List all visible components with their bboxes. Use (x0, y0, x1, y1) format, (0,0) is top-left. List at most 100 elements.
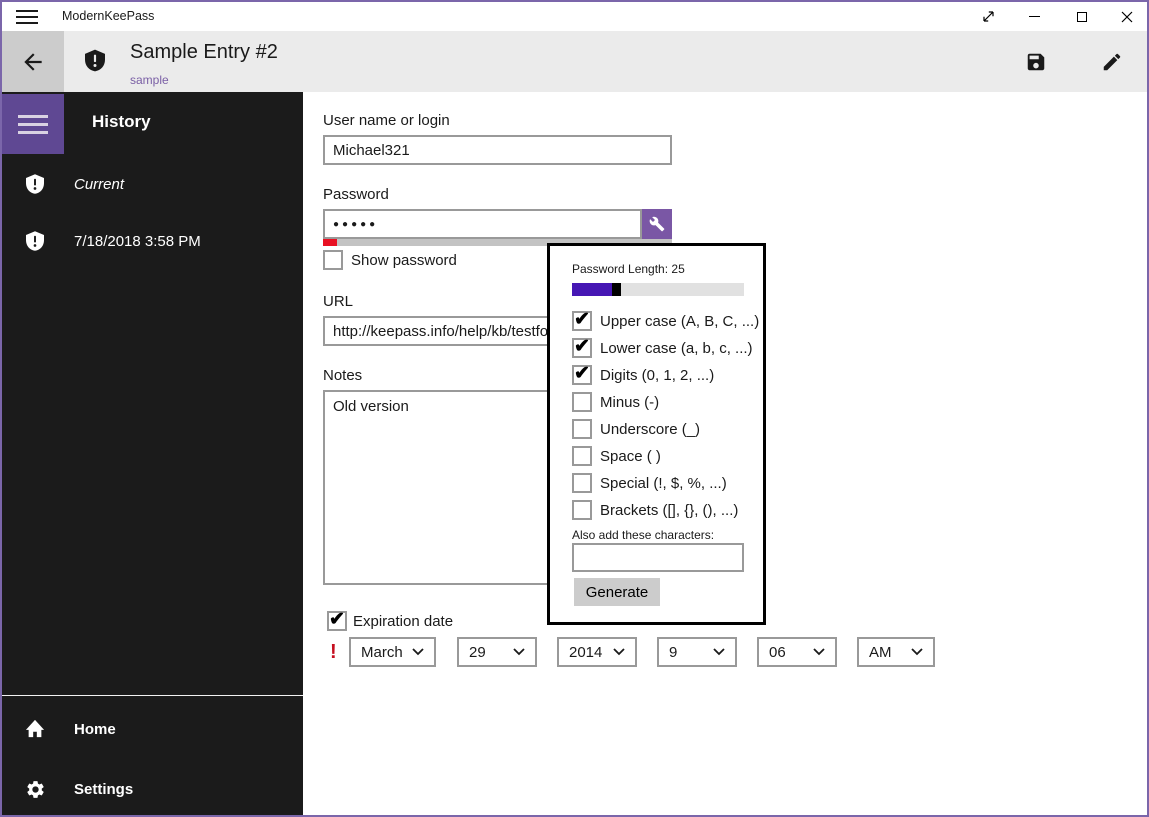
chevron-down-icon (713, 648, 725, 656)
sidebar-item-home[interactable]: Home (2, 709, 303, 749)
select-value: AM (869, 643, 892, 661)
fullscreen-icon (983, 11, 994, 22)
generate-button[interactable]: Generate (574, 578, 660, 606)
underscore-checkbox[interactable] (572, 419, 592, 439)
show-password-label: Show password (351, 251, 457, 269)
shield-exclamation-icon (24, 174, 46, 194)
save-button[interactable] (1024, 50, 1048, 74)
password-input[interactable]: ●●●●● (323, 209, 642, 239)
also-add-input[interactable] (572, 543, 744, 572)
back-button[interactable] (2, 31, 64, 92)
expiration-label: Expiration date (353, 612, 454, 630)
password-length-label: Password Length: 25 (572, 262, 685, 276)
menu-icon[interactable] (16, 10, 38, 24)
show-password-checkbox[interactable] (323, 250, 343, 270)
slider-fill (572, 283, 612, 296)
generator-option[interactable]: ✔ Upper case (A, B, C, ...) (572, 310, 760, 331)
password-generator-popup: Password Length: 25 ✔ Upper case (A, B, … (547, 243, 766, 625)
generate-password-button[interactable] (642, 209, 672, 239)
history-sidebar: History Current 7/18/2018 3:58 PM Home S… (2, 92, 303, 815)
house-icon (24, 719, 46, 739)
password-strength-fill (323, 239, 337, 246)
app-window: ModernKeePass Sample Entry #2 sample His… (0, 0, 1149, 817)
history-item-label: Current (74, 175, 125, 193)
generator-option-label: Minus (-) (600, 393, 660, 411)
generator-option[interactable]: Minus (-) (572, 392, 659, 412)
check-icon: ✔ (574, 362, 590, 384)
maximize-button[interactable] (1059, 2, 1104, 31)
history-item-current[interactable]: Current (2, 164, 303, 204)
ampm-select[interactable]: AM (857, 637, 935, 667)
generator-option-label: Lower case (a, b, c, ...) (600, 339, 753, 357)
brackets-checkbox[interactable] (572, 500, 592, 520)
minus-checkbox[interactable] (572, 392, 592, 412)
menu-icon (18, 114, 48, 118)
shield-exclamation-icon (24, 231, 46, 251)
page-title: Sample Entry #2 (130, 41, 278, 63)
show-password-row[interactable]: Show password (323, 250, 457, 270)
edit-button[interactable] (1100, 50, 1124, 74)
sidebar-item-label: Home (74, 720, 116, 738)
select-value: 06 (769, 643, 786, 661)
chevron-down-icon (513, 648, 525, 656)
year-select[interactable]: 2014 (557, 637, 637, 667)
save-icon (1027, 53, 1045, 71)
generator-option[interactable]: Space ( ) (572, 446, 661, 466)
minimize-icon (1029, 15, 1040, 18)
username-input[interactable]: Michael321 (323, 135, 672, 165)
generator-option-label: Space ( ) (600, 447, 661, 465)
special-checkbox[interactable] (572, 473, 592, 493)
space-checkbox[interactable] (572, 446, 592, 466)
notes-label: Notes (323, 367, 363, 384)
generator-option[interactable]: ✔ Lower case (a, b, c, ...) (572, 335, 753, 358)
generator-option-label: Digits (0, 1, 2, ...) (600, 366, 715, 384)
generator-option[interactable]: Brackets ([], {}, (), ...) (572, 500, 738, 520)
lower-case-checkbox[interactable]: ✔ (572, 335, 592, 358)
chevron-down-icon (813, 648, 825, 656)
chevron-down-icon (412, 648, 424, 656)
generator-option-label: Brackets ([], {}, (), ...) (600, 501, 739, 519)
gear-icon (24, 779, 46, 800)
expired-alert-icon: ! (330, 641, 337, 663)
sidebar-item-label: Settings (74, 780, 134, 798)
nav-menu-button[interactable] (2, 94, 64, 154)
select-value: 2014 (569, 643, 603, 661)
generator-option[interactable]: Underscore (_) (572, 419, 700, 439)
sidebar-heading: History (92, 112, 151, 131)
sidebar-divider (2, 695, 303, 696)
check-icon: ✔ (574, 335, 590, 357)
password-length-slider[interactable] (572, 283, 744, 296)
group-link[interactable]: sample (130, 73, 169, 87)
entry-header: Sample Entry #2 sample (2, 31, 1147, 92)
generator-option[interactable]: Special (!, $, %, ...) (572, 473, 727, 493)
history-item-date[interactable]: 7/18/2018 3:58 PM (2, 221, 303, 261)
password-label: Password (323, 186, 389, 203)
expiration-checkbox[interactable]: ✔ (327, 610, 347, 631)
app-title: ModernKeePass (62, 9, 155, 23)
generator-option-label: Underscore (_) (600, 420, 701, 438)
month-select[interactable]: March (349, 637, 436, 667)
select-value: 29 (469, 643, 486, 661)
generator-option[interactable]: ✔ Digits (0, 1, 2, ...) (572, 362, 715, 385)
close-button[interactable] (1104, 2, 1147, 31)
digits-checkbox[interactable]: ✔ (572, 362, 592, 385)
chevron-down-icon (613, 648, 625, 656)
generator-option-label: Upper case (A, B, C, ...) (600, 312, 760, 330)
expiration-row[interactable]: ✔ Expiration date (327, 610, 454, 631)
slider-thumb[interactable] (612, 283, 621, 296)
pencil-icon (1103, 53, 1121, 71)
select-value: 9 (669, 643, 678, 661)
upper-case-checkbox[interactable]: ✔ (572, 310, 592, 331)
hour-select[interactable]: 9 (657, 637, 737, 667)
day-select[interactable]: 29 (457, 637, 537, 667)
username-label: User name or login (323, 112, 450, 129)
generator-option-label: Special (!, $, %, ...) (600, 474, 727, 492)
fullscreen-button[interactable] (966, 2, 1011, 31)
close-icon (1121, 11, 1132, 22)
wrench-icon (649, 216, 665, 232)
minimize-button[interactable] (1012, 2, 1057, 31)
also-add-label: Also add these characters: (572, 528, 715, 542)
history-item-label: 7/18/2018 3:58 PM (74, 232, 201, 250)
sidebar-item-settings[interactable]: Settings (2, 769, 303, 809)
minute-select[interactable]: 06 (757, 637, 837, 667)
